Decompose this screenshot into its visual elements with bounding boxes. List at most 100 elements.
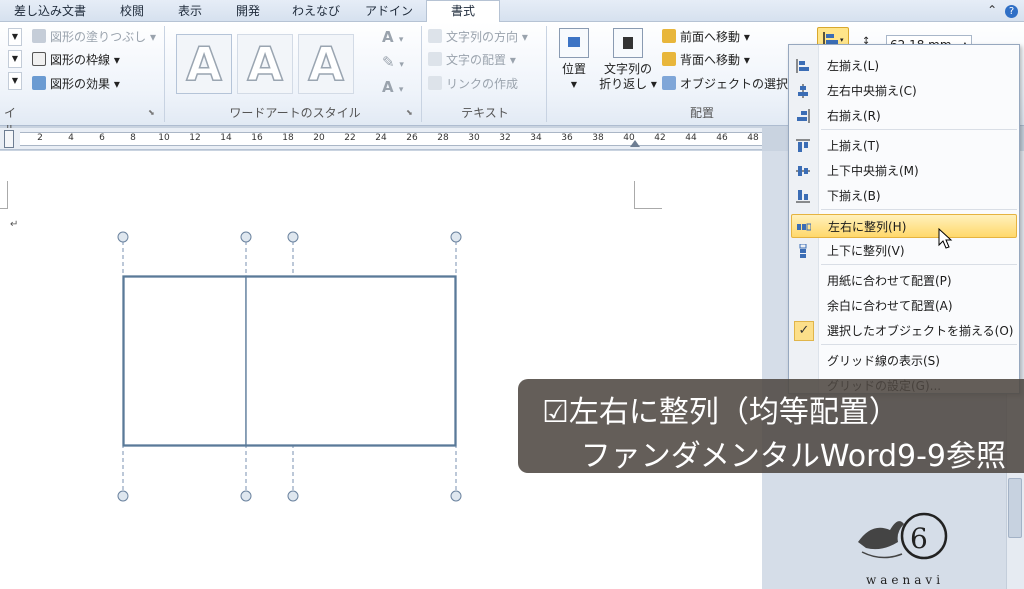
menu-item-view-gridlines[interactable]: グリッド線の表示(S)	[789, 349, 1019, 373]
text-group-label: テキスト	[461, 106, 509, 120]
text-align-button[interactable]: 文字の配置 ▾	[428, 50, 516, 70]
menu-item-align-bottom[interactable]: 下揃え(B)	[789, 184, 1019, 208]
shape-effects-button[interactable]: 図形の効果 ▾	[32, 74, 120, 94]
wrap-text-button[interactable]: 文字列の 折り返し ▾	[598, 28, 658, 92]
text-outline-icon[interactable]: ✎ ▾	[382, 52, 404, 72]
style-dropdown-2[interactable]: ▼	[8, 50, 22, 68]
tab-review[interactable]: 校閲	[112, 2, 152, 22]
resize-handle[interactable]	[240, 490, 252, 502]
scrollbar-thumb[interactable]	[1008, 478, 1022, 538]
resize-handle[interactable]	[240, 231, 252, 243]
menu-item-distribute-vertically[interactable]: 上下に整列(V)	[789, 239, 1019, 263]
document-page[interactable]: ↵	[0, 151, 762, 589]
resize-handle[interactable]	[117, 231, 129, 243]
resize-handle[interactable]	[287, 231, 299, 243]
wordart-style-3[interactable]: A	[298, 34, 354, 94]
menu-separator	[821, 264, 1017, 265]
rectangle-shape-2[interactable]	[245, 275, 457, 447]
ruler-number: 36	[561, 133, 573, 143]
align-dropdown-menu: 左揃え(L) 左右中央揃え(C) 右揃え(R) 上揃え(T) 上下中央揃え(M)…	[788, 44, 1020, 394]
group-separator	[546, 26, 547, 122]
menu-item-align-selected-objects[interactable]: ✓ 選択したオブジェクトを揃える(O)	[789, 319, 1019, 343]
distribute-horizontal-icon	[797, 223, 811, 231]
menu-item-distribute-horizontally[interactable]: 左右に整列(H)	[791, 214, 1017, 238]
bring-forward-button[interactable]: 前面へ移動 ▾	[662, 27, 750, 47]
selection-pane-button[interactable]: オブジェクトの選択と表	[662, 74, 788, 94]
text-align-icon	[428, 52, 442, 66]
tab-waenavi[interactable]: わえなび	[288, 2, 344, 22]
wordart-style-1[interactable]: A	[176, 34, 232, 94]
tab-mailings[interactable]: 差し込み文書	[10, 2, 90, 22]
ruler-number: 30	[468, 133, 480, 143]
menu-item-align-to-margin[interactable]: 余白に合わせて配置(A)	[789, 294, 1019, 318]
rectangle-shape-1[interactable]	[122, 275, 247, 447]
send-backward-icon	[662, 52, 676, 66]
align-middle-icon	[796, 166, 810, 176]
distribute-vertical-icon	[799, 244, 807, 258]
create-link-button[interactable]: リンクの作成	[428, 74, 518, 94]
menu-item-align-top[interactable]: 上揃え(T)	[789, 134, 1019, 158]
ruler-number: 28	[437, 133, 449, 143]
menu-separator	[821, 344, 1017, 345]
help-icon[interactable]: ?	[1005, 5, 1018, 18]
ruler-number: 10	[158, 133, 170, 143]
tab-developer[interactable]: 開発	[228, 2, 268, 22]
align-right-icon	[797, 109, 810, 123]
dialog-launcher-icon[interactable]: ⬊	[148, 108, 155, 117]
checkmark-icon: ✓	[794, 321, 814, 341]
menu-item-align-left[interactable]: 左揃え(L)	[789, 54, 1019, 78]
menu-item-align-center[interactable]: 左右中央揃え(C)	[789, 79, 1019, 103]
menu-separator	[821, 209, 1017, 210]
svg-text:▾: ▾	[840, 36, 844, 44]
ruler-number: 24	[375, 133, 387, 143]
tab-format[interactable]: 書式	[426, 0, 500, 23]
align-top-icon	[796, 139, 810, 152]
ruler-number: 18	[282, 133, 294, 143]
menu-item-align-middle[interactable]: 上下中央揃え(M)	[789, 159, 1019, 183]
shape-fill-button[interactable]: 図形の塗りつぶし ▾	[32, 27, 156, 47]
caption-reference: ファンダメンタルWord9-9参照	[580, 439, 1006, 474]
align-bottom-icon	[796, 190, 810, 203]
dialog-launcher-icon[interactable]: ⬊	[406, 108, 413, 117]
horizontal-ruler[interactable]: 2 4 6 8 10 12 14 16 18 20 22 24 26 28 30 32 34 36 38 40 42 44…	[0, 128, 762, 150]
resize-handle[interactable]	[117, 490, 129, 502]
menu-item-align-to-page[interactable]: 用紙に合わせて配置(P)	[789, 269, 1019, 293]
wordart-group-label: ワードアートのスタイル	[229, 106, 361, 120]
ruler-number: 44	[685, 133, 697, 143]
resize-handle[interactable]	[450, 490, 462, 502]
text-direction-icon	[428, 29, 442, 43]
menu-item-align-right[interactable]: 右揃え(R)	[789, 104, 1019, 128]
help-icons: ⌃ ?	[987, 3, 1018, 18]
tab-view[interactable]: 表示	[170, 2, 210, 22]
ruler-number: 38	[592, 133, 604, 143]
align-center-icon	[798, 84, 808, 98]
group-separator	[421, 26, 422, 122]
svg-text:6: 6	[910, 522, 928, 555]
ruler-number: 12	[189, 133, 201, 143]
position-button[interactable]: 位置 ▼	[554, 28, 594, 92]
text-direction-button[interactable]: 文字列の方向 ▾	[428, 27, 528, 47]
position-icon	[559, 28, 589, 58]
style-dropdown-3[interactable]: ▼	[8, 72, 22, 90]
selection-pane-icon	[662, 76, 676, 90]
ribbon-tab-bar: 差し込み文書 校閲 表示 開発 わえなび アドイン 書式 ⌃ ?	[0, 0, 1024, 23]
indent-marker-icon[interactable]	[4, 130, 14, 148]
ruler-number: 4	[68, 133, 74, 143]
ruler-number: 46	[716, 133, 728, 143]
wrap-text-icon	[613, 28, 643, 58]
mouse-cursor-icon	[938, 228, 953, 249]
resize-handle[interactable]	[450, 231, 462, 243]
right-margin-marker-icon[interactable]	[630, 140, 640, 147]
send-backward-button[interactable]: 背面へ移動 ▾	[662, 50, 750, 70]
text-effects-icon[interactable]: A ▾	[382, 77, 403, 97]
style-dropdown-1[interactable]: ▼	[8, 28, 22, 46]
resize-handle[interactable]	[287, 490, 299, 502]
tutorial-caption: ☑左右に整列（均等配置） ファンダメンタルWord9-9参照	[518, 379, 1024, 474]
tab-addins[interactable]: アドイン	[362, 2, 416, 22]
collapse-ribbon-icon[interactable]: ⌃	[987, 3, 997, 17]
text-fill-icon[interactable]: A ▾	[382, 27, 403, 47]
wordart-style-2[interactable]: A	[237, 34, 293, 94]
ruler-number: 14	[220, 133, 232, 143]
align-left-icon	[796, 59, 809, 73]
shape-outline-button[interactable]: 図形の枠線 ▾	[32, 50, 120, 70]
